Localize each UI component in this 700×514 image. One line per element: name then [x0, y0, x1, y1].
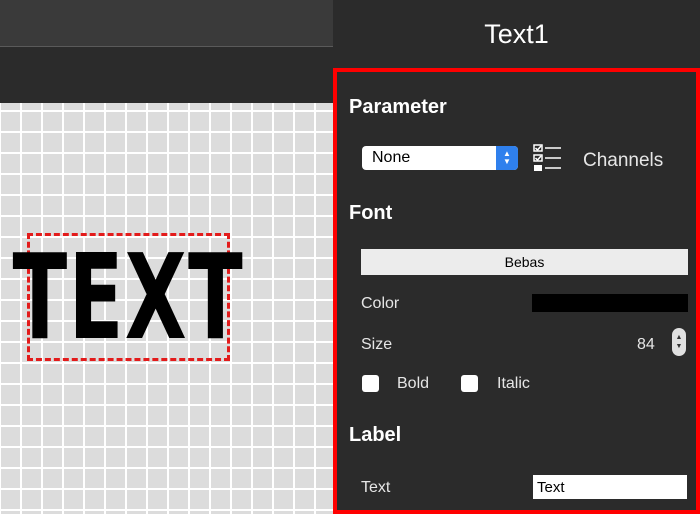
chevron-updown-icon: ▲ ▼	[496, 146, 518, 170]
checklist-icon[interactable]	[533, 142, 563, 174]
text-object[interactable]: TEXT	[13, 233, 243, 361]
parameter-heading: Parameter	[349, 96, 447, 118]
label-text-input[interactable]	[533, 475, 687, 499]
channels-label[interactable]: Channels	[583, 150, 663, 172]
color-swatch[interactable]	[532, 294, 688, 312]
inspector-title: Text1	[484, 18, 549, 49]
design-canvas[interactable]: TEXT	[0, 103, 333, 514]
italic-label: Italic	[497, 375, 530, 392]
size-value: 84	[637, 336, 655, 353]
window-toolbar	[0, 0, 333, 47]
font-picker-button[interactable]: Bebas	[361, 249, 688, 275]
size-label: Size	[361, 336, 393, 353]
label-heading: Label	[349, 424, 402, 446]
color-label: Color	[361, 295, 400, 312]
size-stepper[interactable]: ▲ ▼	[672, 328, 686, 356]
italic-checkbox[interactable]	[461, 375, 478, 392]
inspector-panel: Parameter None ▲ ▼ Channels Font Bebas Co…	[333, 68, 700, 514]
parameter-select[interactable]: None ▲ ▼	[362, 146, 518, 170]
font-heading: Font	[349, 202, 393, 224]
label-text-label: Text	[361, 479, 391, 496]
stepper-down-icon[interactable]: ▼	[676, 342, 683, 351]
editor-toolbar	[0, 47, 333, 103]
stepper-up-icon[interactable]: ▲	[676, 333, 683, 342]
inspector-header: Text1	[333, 0, 700, 68]
parameter-select-value: None	[372, 149, 411, 166]
bold-checkbox[interactable]	[362, 375, 379, 392]
text-object-label: TEXT	[12, 228, 245, 366]
bold-label: Bold	[397, 375, 430, 392]
